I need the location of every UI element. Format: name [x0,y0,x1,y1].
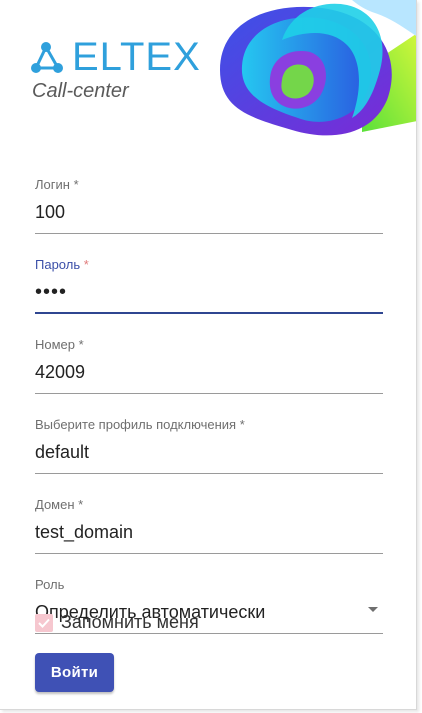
decorative-art-graphic [220,0,416,136]
password-label: Пароль * [35,257,89,272]
number-label: Номер * [35,337,84,352]
number-underline [35,393,383,394]
remember-me[interactable]: Запомнить меня [35,612,199,633]
profile-underline [35,473,383,474]
profile-label: Выберите профиль подключения * [35,417,245,432]
check-icon [38,618,50,628]
brand-subtitle: Call-center [32,80,129,102]
number-field: Номер * [35,336,383,408]
eltex-network-logo-icon [31,42,63,73]
login-field: Логин * [35,176,383,248]
login-underline [35,233,383,234]
role-label: Роль [35,577,65,592]
remember-checkbox[interactable] [35,613,53,632]
profile-field: Выберите профиль подключения * [35,416,383,488]
remember-label: Запомнить меня [61,612,199,632]
domain-underline [35,553,383,554]
domain-field: Домен * [35,496,383,568]
brand-logo: ELTEX Call-center [30,35,210,102]
password-field: Пароль * •••• [35,256,383,328]
number-input[interactable] [35,360,383,384]
login-form: Логин * Пароль * •••• Номер * Выберите п… [35,168,383,648]
profile-input[interactable] [35,440,383,464]
password-input[interactable]: •••• [35,280,383,304]
password-underline [35,312,383,314]
role-underline [35,633,383,634]
chevron-down-icon[interactable] [368,607,378,612]
brand-name: ELTEX [72,35,201,79]
domain-input[interactable] [35,520,383,544]
login-button[interactable]: Войти [35,653,114,692]
login-input[interactable] [35,200,383,224]
login-label: Логин * [35,177,79,192]
domain-label: Домен * [35,497,84,512]
login-card: ELTEX Call-center Логин * Пароль * •••• … [0,0,417,710]
